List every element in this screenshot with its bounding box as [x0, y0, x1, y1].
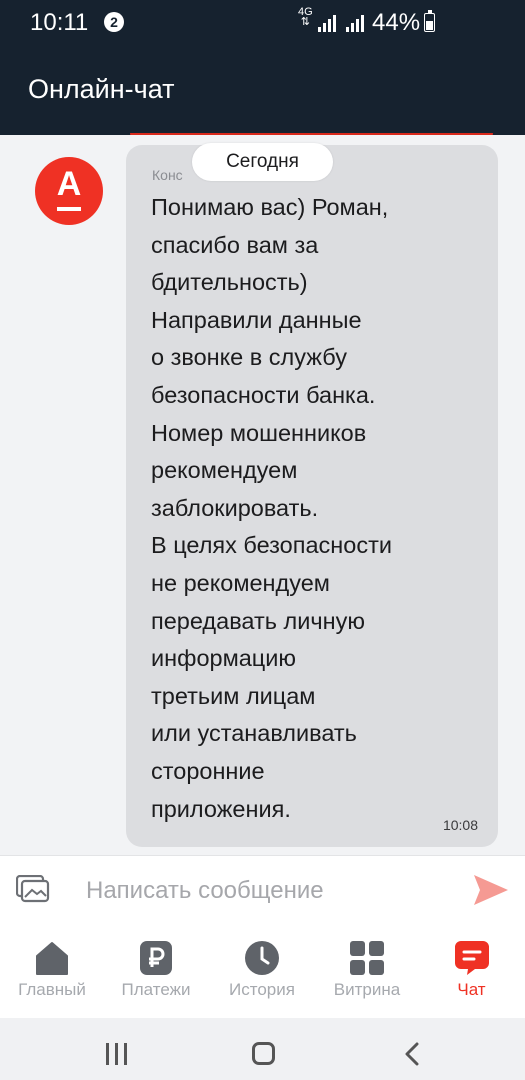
gallery-icon[interactable]: [16, 875, 50, 903]
status-bar: 10:11 2 4G ⇅ 44%: [0, 0, 525, 44]
tab-label: История: [229, 980, 295, 999]
recent-apps-button[interactable]: [106, 1043, 133, 1070]
avatar-logo-letter: А: [56, 165, 82, 203]
home-icon: [36, 942, 68, 975]
ruble-icon: [140, 941, 172, 975]
signal-icon: [318, 14, 338, 32]
notification-count-badge: 2: [104, 12, 124, 32]
clock-icon: [245, 941, 279, 975]
chat-icon: [454, 941, 489, 975]
app-header: Онлайн-чат: [0, 44, 525, 139]
chat-area[interactable]: А Конс Понимаю вас) Роман, спасибо вам з…: [0, 135, 525, 855]
tab-label: Главный: [18, 980, 86, 999]
message-text: Понимаю вас) Роман, спасибо вам за бдите…: [151, 194, 392, 822]
status-time: 10:11: [30, 9, 89, 36]
tab-history[interactable]: История: [208, 923, 316, 1018]
bottom-tab-bar: Главный Платежи История Витрина Чат: [0, 923, 525, 1018]
message-input[interactable]: [84, 870, 428, 912]
message-composer: [0, 855, 525, 924]
message-sender: Конс: [152, 167, 183, 183]
tab-showcase[interactable]: Витрина: [316, 923, 418, 1018]
network-type-indicator: 4G ⇅: [298, 7, 313, 28]
page-title: Онлайн-чат: [28, 74, 175, 104]
system-nav-bar: [0, 1018, 525, 1080]
tab-label: Чат: [457, 980, 486, 999]
grid-icon: [350, 941, 384, 975]
avatar-logo-bar: [57, 207, 81, 211]
message-time: 10:08: [442, 817, 478, 833]
message-bubble[interactable]: Конс Понимаю вас) Роман, спасибо вам за …: [126, 145, 498, 847]
tab-payments[interactable]: Платежи: [104, 923, 208, 1018]
tab-home[interactable]: Главный: [0, 923, 104, 1018]
tab-chat[interactable]: Чат: [418, 923, 525, 1018]
signal-icon-sim2: [346, 14, 366, 32]
bank-avatar: А: [35, 157, 103, 225]
send-icon[interactable]: [472, 873, 510, 907]
home-button[interactable]: [252, 1042, 275, 1065]
data-arrows-icon: ⇅: [300, 16, 310, 28]
date-separator: Сегодня: [192, 143, 333, 181]
battery-icon: [424, 10, 435, 32]
battery-percent: 44%: [372, 9, 421, 36]
tab-label: Витрина: [333, 980, 401, 999]
tab-label: Платежи: [121, 980, 191, 999]
back-button[interactable]: [402, 1042, 422, 1066]
